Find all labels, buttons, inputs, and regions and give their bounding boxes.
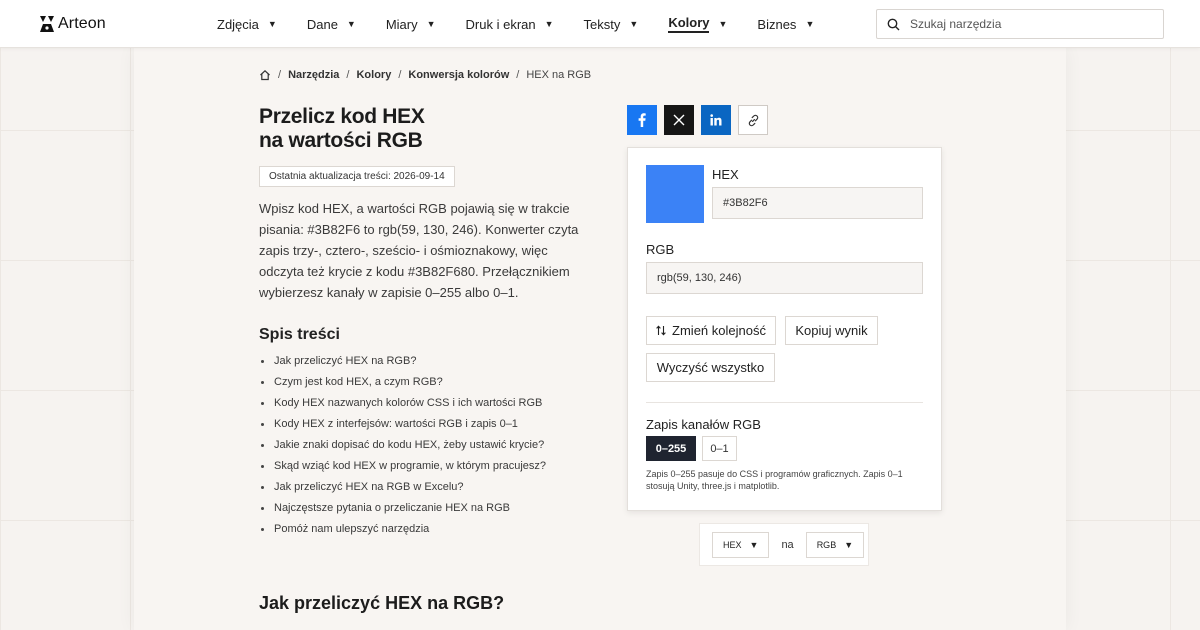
nav-item-label: Miary <box>385 16 418 32</box>
toc-link[interactable]: Czym jest kod HEX, a czym RGB? <box>259 372 589 393</box>
nav-item-label: Zdjęcia <box>217 16 259 32</box>
converter-panel: HEX RGB Zmień kolejność Kopiuj wynik Wyc… <box>627 147 942 511</box>
toc-link[interactable]: Kody HEX z interfejsów: wartości RGB i z… <box>259 414 589 435</box>
page-title-line-2: na wartości RGB <box>259 129 423 152</box>
breadcrumb-separator: / <box>278 69 282 81</box>
caret-down-icon: ▼ <box>267 19 277 29</box>
nav-item-label: Biznes <box>757 16 797 32</box>
mode-option-0-255[interactable]: 0–255 <box>646 436 696 461</box>
nav-item-teksty[interactable]: Teksty ▼ <box>584 0 639 48</box>
intro-paragraph: Wpisz kod HEX, a wartości RGB pojawią si… <box>259 201 579 300</box>
toc-link[interactable]: Pomóż nam ulepszyć narzędzia <box>259 519 589 540</box>
last-updated-badge: Ostatnia aktualizacja treści: 2026-09-14 <box>259 166 455 187</box>
top-navigation-bar: Arteon Zdjęcia ▼ Dane ▼ Miary ▼ Druk i ekra… <box>0 0 1200 48</box>
nav-item-label: Kolory <box>668 15 710 33</box>
search-box[interactable] <box>876 9 1164 39</box>
direction-connector: na <box>781 538 794 551</box>
channel-mode-label: Zapis kanałów RGB <box>646 417 761 432</box>
caret-down-icon: ▼ <box>844 539 854 550</box>
table-of-contents: Jak przeliczyć HEX na RGB? Czym jest kod… <box>259 351 589 540</box>
linkedin-icon <box>710 114 722 126</box>
toc-link[interactable]: Jakie znaki dopisać do kodu HEX, żeby us… <box>259 435 589 456</box>
mode-option-0-1[interactable]: 0–1 <box>702 436 737 461</box>
conversion-direction: HEX ▼ na RGB ▼ <box>699 523 869 566</box>
home-icon[interactable] <box>259 69 271 81</box>
share-x-button[interactable] <box>664 105 694 135</box>
from-format-select[interactable]: HEX ▼ <box>712 531 770 558</box>
breadcrumb-link[interactable]: Konwersja kolorów <box>408 69 509 81</box>
rgb-label: RGB <box>646 242 675 257</box>
divider <box>646 402 923 403</box>
caret-down-icon: ▼ <box>749 539 759 550</box>
caret-down-icon: ▼ <box>805 19 815 29</box>
breadcrumb-link[interactable]: Narzędzia <box>288 69 339 81</box>
nav-item-kolory[interactable]: Kolory ▼ <box>668 0 727 48</box>
caret-down-icon: ▼ <box>346 19 356 29</box>
nav-item-dane[interactable]: Dane ▼ <box>307 0 356 48</box>
toc-link[interactable]: Jak przeliczyć HEX na RGB w Excelu? <box>259 477 589 498</box>
toc-title: Spis treści <box>259 326 340 343</box>
logo-mark-icon <box>40 16 54 32</box>
facebook-icon <box>638 113 646 127</box>
share-linkedin-button[interactable] <box>701 105 731 135</box>
link-icon <box>748 114 758 126</box>
main-nav: Zdjęcia ▼ Dane ▼ Miary ▼ Druk i ekran ▼ Teks… <box>217 0 844 48</box>
x-icon <box>673 114 685 126</box>
search-input[interactable] <box>910 17 1150 31</box>
hex-label: HEX <box>712 167 739 182</box>
share-facebook-button[interactable] <box>627 105 657 135</box>
copy-link-button[interactable] <box>738 105 768 135</box>
clear-all-button[interactable]: Wyczyść wszystko <box>646 353 775 382</box>
toc-link[interactable]: Jak przeliczyć HEX na RGB? <box>259 351 589 372</box>
color-swatch[interactable] <box>646 165 704 223</box>
search-icon <box>887 18 900 30</box>
nav-item-biznes[interactable]: Biznes ▼ <box>757 0 814 48</box>
nav-item-label: Teksty <box>583 16 621 32</box>
breadcrumb: / Narzędzia / Kolory / Konwersja kolorów… <box>259 69 591 81</box>
breadcrumb-separator: / <box>516 69 520 81</box>
breadcrumb-separator: / <box>398 69 402 81</box>
rgb-output[interactable] <box>646 262 923 294</box>
breadcrumb-link[interactable]: Kolory <box>356 69 391 81</box>
caret-down-icon: ▼ <box>544 19 554 29</box>
swap-order-label: Zmień kolejność <box>672 323 766 338</box>
from-format-value: HEX <box>723 539 742 550</box>
caret-down-icon: ▼ <box>629 19 639 29</box>
caret-down-icon: ▼ <box>718 19 728 29</box>
hex-input[interactable] <box>712 187 923 219</box>
toc-link[interactable]: Najczęstsze pytania o przeliczanie HEX n… <box>259 498 589 519</box>
page-title: Przelicz kod HEX na wartości RGB <box>259 105 519 153</box>
to-format-value: RGB <box>816 539 837 550</box>
logo-text: Arteon <box>58 15 106 32</box>
to-format-select[interactable]: RGB ▼ <box>805 531 865 558</box>
share-buttons <box>627 105 768 135</box>
breadcrumb-separator: / <box>346 69 350 81</box>
toc-link[interactable]: Kody HEX nazwanych kolorów CSS i ich war… <box>259 393 589 414</box>
copy-result-label: Kopiuj wynik <box>795 323 868 338</box>
section-heading: Jak przeliczyć HEX na RGB? <box>259 593 505 613</box>
nav-item-druk-i-ekran[interactable]: Druk i ekran ▼ <box>466 0 554 48</box>
swap-order-button[interactable]: Zmień kolejność <box>646 316 776 345</box>
swap-arrows-icon <box>656 325 666 336</box>
logo[interactable]: Arteon <box>40 14 106 34</box>
nav-item-zdjecia[interactable]: Zdjęcia ▼ <box>217 0 277 48</box>
nav-item-label: Dane <box>306 16 338 32</box>
channel-mode-toggle: 0–255 0–1 <box>646 436 737 461</box>
caret-down-icon: ▼ <box>426 19 436 29</box>
nav-item-label: Druk i ekran <box>465 16 536 32</box>
toc-link[interactable]: Skąd wziąć kod HEX w programie, w którym… <box>259 456 589 477</box>
clear-all-label: Wyczyść wszystko <box>656 360 765 375</box>
breadcrumb-current: HEX na RGB <box>526 69 592 81</box>
nav-item-miary[interactable]: Miary ▼ <box>386 0 436 48</box>
mode-help-text: Zapis 0–255 pasuje do CSS i programów gr… <box>646 469 903 491</box>
content-card: / Narzędzia / Kolory / Konwersja kolorów… <box>134 48 1066 630</box>
copy-result-button[interactable]: Kopiuj wynik <box>785 316 878 345</box>
page-title-line-1: Przelicz kod HEX <box>259 105 425 128</box>
